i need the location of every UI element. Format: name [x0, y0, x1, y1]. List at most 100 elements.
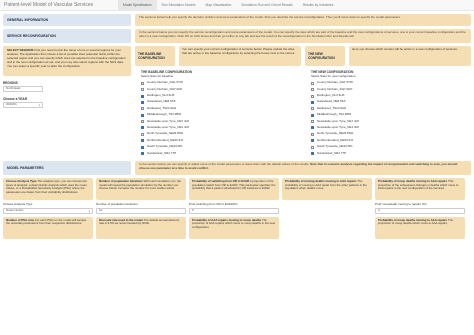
site-label: Northumberland_NE63 9JJ [317, 137, 354, 142]
parameter-control-label: Number of population iterations [96, 201, 138, 206]
regions-select[interactable]: North East [3, 86, 43, 93]
checkbox[interactable] [141, 88, 144, 92]
site-label: Hartlepool_TS24 9AH [147, 105, 177, 110]
site-label: County Durham_DH1 5TW [317, 80, 353, 85]
tab-simulation-results[interactable]: Simulation Run and Cohort Results [236, 0, 298, 10]
baseline-note: You can specify your current configurati… [179, 46, 301, 66]
site-checkbox-item[interactable]: Sunderland_SR4 7TP [141, 150, 301, 156]
parameter-control-label: Choose Analysis Type [3, 201, 33, 206]
parameter-info-card: Number of PSA runs For each PSA run the … [3, 216, 93, 239]
site-label: Newcastle upon Tyne_NE7 4LP [317, 118, 360, 123]
parameter-cards-row-2: Number of PSA runs For each PSA run the … [3, 216, 471, 239]
checkbox[interactable] [311, 81, 314, 85]
checkbox[interactable] [311, 132, 314, 136]
parameter-input[interactable]: 0 [375, 207, 465, 214]
checkbox[interactable] [141, 126, 144, 130]
configuration-section: SELECT REGIONS First you need to pick th… [3, 46, 471, 157]
parameter-control: Choose Analysis Type Deterministic ▾ [3, 201, 93, 214]
chevron-down-icon: ▾ [88, 209, 90, 213]
site-label: South Tyneside_NE34 0PL [147, 144, 183, 149]
site-label: Hartlepool_TS24 9AH [317, 105, 347, 110]
parameter-control: Prob switching from OR to EVAR(%) 0 [189, 201, 279, 214]
checkbox[interactable] [141, 132, 144, 136]
tab-model-specification[interactable]: Model Specification [118, 0, 157, 10]
checkbox[interactable] [141, 152, 144, 156]
checkbox[interactable] [141, 145, 144, 149]
model-parameters-row: MODEL PARAMETERS In the section below yo… [3, 160, 471, 175]
parameter-control-label: Prob switching from OR to EVAR(%) [189, 201, 238, 206]
regions-label: REGIONS [3, 81, 18, 85]
baseline-header-row: THE BASELINE CONFIGURATION You can speci… [135, 46, 301, 66]
tab-map-visualisation[interactable]: Map Visualisation [201, 0, 237, 10]
select-regions-box: SELECT REGIONS First you need to pick th… [3, 46, 131, 76]
parameter-control: Number of population iterations 10 [96, 201, 186, 214]
parameter-control-value: 10 [99, 207, 103, 212]
site-label: Gateshead_NE8 6SX [317, 99, 346, 104]
main-content: GENERAL INFORMATION The sections below h… [0, 11, 474, 335]
site-label: South Tyneside_NE34 0PL [317, 144, 353, 149]
site-checkbox-item[interactable]: Sunderland_SR4 7TP [311, 150, 471, 156]
parameter-control: Prob moopdeath moving to repairs (%) 0 [375, 201, 465, 214]
site-label: North Tyneside_NE29 8NH [317, 131, 354, 136]
checkbox[interactable] [141, 120, 144, 124]
general-info-row: GENERAL INFORMATION The sections below h… [3, 14, 471, 26]
checkbox[interactable] [141, 107, 144, 111]
parameter-info-card: Probability of moop deaths moving to AAA… [375, 177, 465, 200]
service-reconfiguration-row: SERVICE RECONFIGURATION In the sections … [3, 29, 471, 43]
parameter-input[interactable]: 0 [189, 207, 279, 214]
checkbox[interactable] [311, 145, 314, 149]
checkbox[interactable] [311, 88, 314, 92]
new-config-column: THE NEW CONFIGURATION Here you choose wh… [305, 46, 471, 157]
checkbox[interactable] [311, 139, 314, 143]
site-label: Darlington_DL3 6HX [147, 93, 175, 98]
analysis-type-select[interactable]: Deterministic ▾ [3, 207, 93, 214]
checkbox[interactable] [141, 94, 144, 98]
site-label: Newcastle upon Tyne_NE7 4LP [147, 118, 190, 123]
baseline-site-list: THE BASELINE CONFIGURATION Select Sites … [135, 66, 301, 157]
tab-results-by-industries[interactable]: Results by Industries [298, 0, 339, 10]
parameter-controls-row-1: Choose Analysis Type Deterministic ▾ Number… [3, 201, 471, 214]
parameter-cards-row-1: Choose Analysis Type The analysis type: … [3, 177, 471, 200]
parameter-control-label: Prob moopdeath moving to repairs (%) [375, 201, 427, 206]
site-label: Newcastle upon Tyne_NE1 4LP [147, 125, 190, 130]
site-label: County Durham_DH1 5TW [147, 80, 183, 85]
site-label: Sunderland_SR4 7TP [317, 150, 347, 155]
checkbox[interactable] [141, 113, 144, 117]
checkbox[interactable] [141, 81, 144, 85]
model-parameters-text: In the section below you can specify or … [135, 160, 471, 175]
parameter-control-value: 0 [378, 207, 380, 212]
checkbox[interactable] [141, 139, 144, 143]
checkbox[interactable] [311, 107, 314, 111]
select-regions-column: SELECT REGIONS First you need to pick th… [3, 46, 131, 157]
site-label: North Tyneside_NE29 8NH [147, 131, 184, 136]
tab-run-simulation[interactable]: Run Simulation Models [157, 0, 201, 10]
site-label: Northumberland_NE63 9JJ [147, 137, 184, 142]
chevron-down-icon: ▾ [38, 104, 40, 108]
checkbox[interactable] [311, 94, 314, 98]
checkbox[interactable] [311, 100, 314, 104]
checkbox[interactable] [311, 152, 314, 156]
site-label: Middlesbrough_TS4 3BW [147, 112, 182, 117]
site-label: Darlington_DL3 6HX [317, 93, 345, 98]
parameter-info-card: Probability of AAA repairs moving to moo… [189, 216, 279, 239]
general-info-header: GENERAL INFORMATION [3, 14, 131, 26]
new-config-header-row: THE NEW CONFIGURATION Here you choose wh… [305, 46, 471, 66]
year-value: 2020/21 [6, 102, 17, 107]
new-config-list-subtitle: Select Sites for new configuration [311, 74, 356, 79]
parameter-control-value: 0 [192, 207, 194, 212]
checkbox[interactable] [311, 113, 314, 117]
checkbox[interactable] [141, 100, 144, 104]
site-label: County Durham_DH7 0HP [317, 86, 353, 91]
service-reconfiguration-text: In the sections below you can specify th… [135, 29, 471, 43]
new-config-header: THE NEW CONFIGURATION [305, 46, 345, 66]
parameter-input[interactable]: 10 [96, 207, 186, 214]
tab-bar: Model Specification Run Simulation Model… [118, 0, 338, 10]
checkbox[interactable] [311, 126, 314, 130]
site-label: County Durham_DH7 0HP [147, 86, 183, 91]
baseline-header: THE BASELINE CONFIGURATION [135, 46, 175, 66]
site-label: Sunderland_SR4 7TP [147, 150, 177, 155]
parameter-info-card: Choose Analysis Type The analysis type: … [3, 177, 93, 200]
site-label: Gateshead_NE8 6SX [147, 99, 176, 104]
year-select[interactable]: 2020/21 ▾ [3, 102, 43, 109]
checkbox[interactable] [311, 120, 314, 124]
